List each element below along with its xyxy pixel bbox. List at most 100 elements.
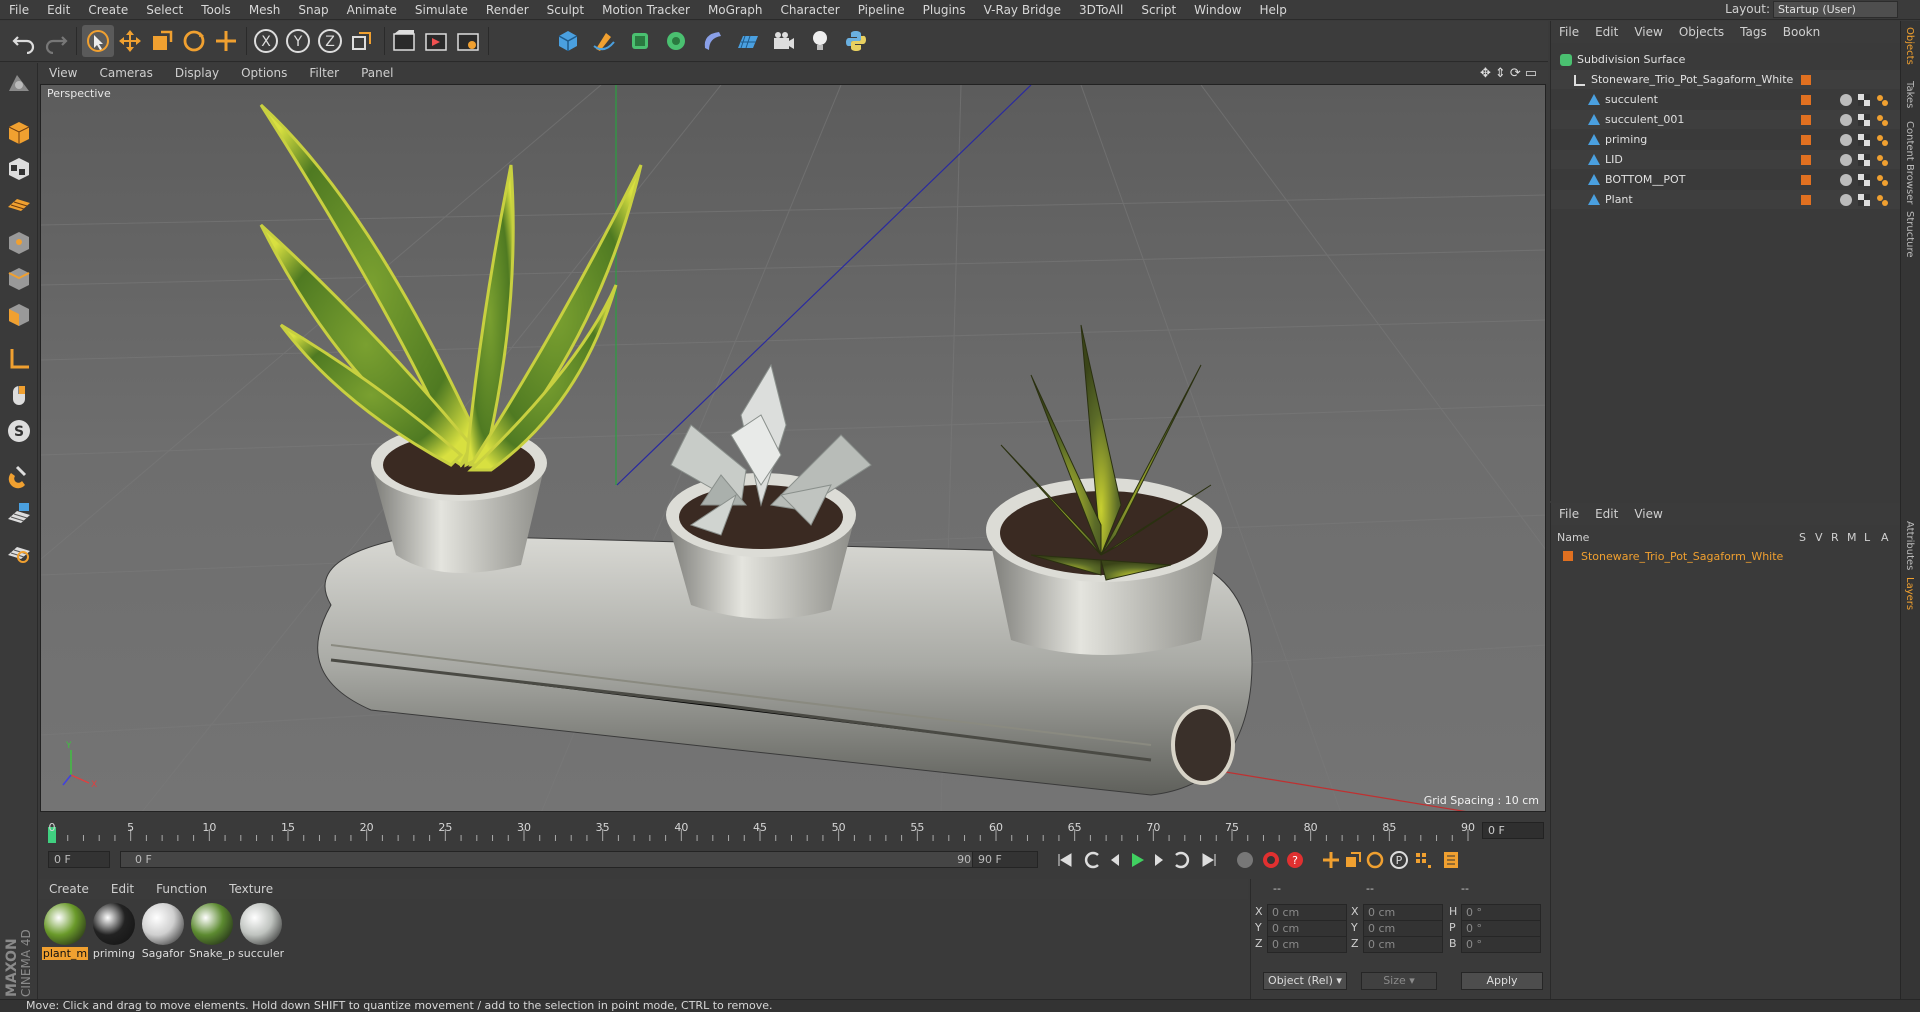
planar-workplane-icon[interactable] [3, 535, 35, 567]
object-menu-objects[interactable]: Objects [1671, 25, 1732, 39]
coord-value-field[interactable]: 0 cm [1267, 936, 1347, 953]
key-parameter-icon[interactable]: P [1388, 849, 1410, 871]
viewport-menu-panel[interactable]: Panel [350, 66, 404, 80]
timeline-window-icon[interactable] [1440, 849, 1462, 871]
material-swatch[interactable]: priming [91, 901, 137, 961]
x-axis-icon[interactable]: X [250, 25, 282, 57]
render-settings-icon[interactable] [452, 25, 484, 57]
z-axis-icon[interactable]: Z [314, 25, 346, 57]
menu-tools[interactable]: Tools [192, 3, 240, 17]
go-to-end-icon[interactable] [1198, 849, 1220, 871]
transform-icon[interactable] [210, 25, 242, 57]
dock-tab-takes[interactable]: Takes [1904, 81, 1915, 108]
viewport-zoom-icon[interactable]: ⇕ [1495, 66, 1506, 81]
layer-name[interactable]: Stoneware_Trio_Pot_Sagaform_White [1581, 550, 1783, 563]
camera-icon[interactable] [768, 25, 800, 57]
material-tag-icon[interactable] [1839, 133, 1853, 147]
y-axis-icon[interactable]: Y [282, 25, 314, 57]
dock-tab-attributes[interactable]: Attributes [1904, 521, 1915, 570]
previous-frame-icon[interactable] [1104, 849, 1126, 871]
layer-menu-view[interactable]: View [1626, 507, 1670, 521]
material-tag-icon[interactable] [1839, 173, 1853, 187]
object-row[interactable]: succulent [1551, 90, 1901, 109]
layer-color-chip[interactable] [1801, 95, 1811, 105]
previous-key-icon[interactable] [1082, 849, 1104, 871]
coord-value-field[interactable]: 0 cm [1267, 920, 1347, 937]
key-scale-icon[interactable] [1342, 849, 1364, 871]
material-swatch[interactable]: succuler [238, 901, 284, 961]
layer-column-v[interactable]: V [1815, 531, 1823, 544]
material-menu-texture[interactable]: Texture [218, 882, 284, 896]
layer-menu-file[interactable]: File [1551, 507, 1587, 521]
viewport-menu-filter[interactable]: Filter [298, 66, 350, 80]
menu-sculpt[interactable]: Sculpt [538, 3, 593, 17]
phong-tag-icon[interactable] [1875, 133, 1889, 147]
layer-color-chip[interactable] [1801, 155, 1811, 165]
menu-edit[interactable]: Edit [38, 3, 79, 17]
menu-render[interactable]: Render [477, 3, 538, 17]
phong-tag-icon[interactable] [1875, 193, 1889, 207]
menu-v-ray-bridge[interactable]: V-Ray Bridge [975, 3, 1070, 17]
layer-color-chip[interactable] [1801, 195, 1811, 205]
layer-color-chip[interactable] [1801, 175, 1811, 185]
layer-menu-edit[interactable]: Edit [1587, 507, 1626, 521]
menu-simulate[interactable]: Simulate [406, 3, 477, 17]
phong-tag-icon[interactable] [1875, 153, 1889, 167]
layer-column-s[interactable]: S [1799, 531, 1806, 544]
render-view-icon[interactable] [388, 25, 420, 57]
frame-range-slider[interactable]: 0 F 90 F [120, 851, 1000, 868]
material-swatch[interactable]: plant_m [42, 901, 88, 961]
dock-tab-layers[interactable]: Layers [1904, 577, 1915, 610]
cloner-icon[interactable] [660, 25, 692, 57]
texture-tag-icon[interactable] [1857, 133, 1871, 147]
go-to-start-icon[interactable] [1054, 849, 1076, 871]
material-menu-edit[interactable]: Edit [100, 882, 145, 896]
material-tag-icon[interactable] [1839, 113, 1853, 127]
viewport-menu-cameras[interactable]: Cameras [88, 66, 163, 80]
texture-tag-icon[interactable] [1857, 153, 1871, 167]
timeline-ruler[interactable]: 0 5 10 15 20 25 30 35 40 45 50 55 60 65 70 75 80 85 90 [38, 813, 1548, 849]
apply-button[interactable]: Apply [1461, 972, 1543, 990]
phong-tag-icon[interactable] [1875, 113, 1889, 127]
lock-workplane-icon[interactable] [3, 499, 35, 531]
viewport-menu-display[interactable]: Display [164, 66, 230, 80]
viewport-menu-view[interactable]: View [38, 66, 88, 80]
rotate-icon[interactable] [178, 25, 210, 57]
coordinate-system-icon[interactable] [346, 25, 378, 57]
menu-snap[interactable]: Snap [289, 3, 337, 17]
material-tag-icon[interactable] [1839, 93, 1853, 107]
subdivision-nurbs-icon[interactable] [624, 25, 656, 57]
next-key-icon[interactable] [1170, 849, 1192, 871]
perspective-viewport[interactable]: Y X Perspective Grid Spacing : 10 cm [40, 84, 1546, 812]
layer-column-a[interactable]: A [1881, 531, 1889, 544]
layout-select[interactable]: Startup (User) [1773, 1, 1898, 18]
material-swatch[interactable]: Sagafor [140, 901, 186, 961]
key-position-icon[interactable] [1320, 849, 1342, 871]
current-frame-field[interactable]: 0 F [1482, 822, 1544, 839]
light-icon[interactable] [804, 25, 836, 57]
viewport-pan-icon[interactable]: ✥ [1480, 66, 1491, 81]
object-row[interactable]: BOTTOM__POT [1551, 170, 1901, 189]
pen-spline-icon[interactable] [588, 25, 620, 57]
menu-motion-tracker[interactable]: Motion Tracker [593, 3, 699, 17]
cube-icon[interactable] [552, 25, 584, 57]
viewport-menu-options[interactable]: Options [230, 66, 298, 80]
menu-pipeline[interactable]: Pipeline [849, 3, 914, 17]
texture-tag-icon[interactable] [1857, 113, 1871, 127]
menu-3dtoall[interactable]: 3DToAll [1070, 3, 1132, 17]
layer-column-name[interactable]: Name [1557, 531, 1589, 544]
make-editable-icon[interactable] [3, 67, 35, 99]
menu-help[interactable]: Help [1250, 3, 1295, 17]
object-row[interactable]: LID [1551, 150, 1901, 169]
menu-script[interactable]: Script [1132, 3, 1185, 17]
edges-mode-icon[interactable] [3, 263, 35, 295]
keyframe-selection-icon[interactable]: ? [1284, 849, 1306, 871]
object-menu-file[interactable]: File [1551, 25, 1587, 39]
coord-value-field[interactable]: 0 ° [1461, 904, 1541, 921]
scale-icon[interactable] [146, 25, 178, 57]
texture-tag-icon[interactable] [1857, 193, 1871, 207]
phong-tag-icon[interactable] [1875, 93, 1889, 107]
texture-tag-icon[interactable] [1857, 173, 1871, 187]
layer-column-m[interactable]: M [1847, 531, 1857, 544]
menu-file[interactable]: File [0, 3, 38, 17]
